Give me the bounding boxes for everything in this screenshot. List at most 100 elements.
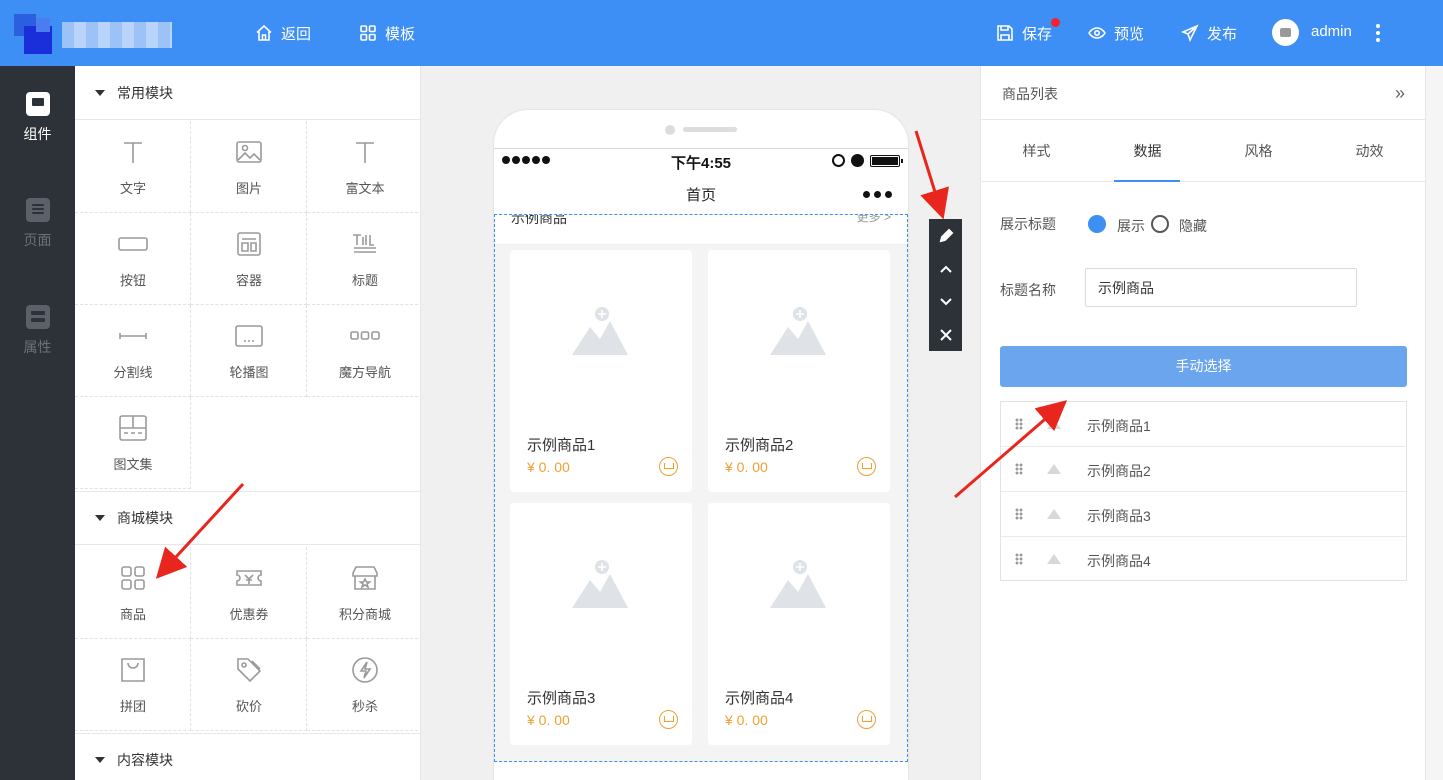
tab-style[interactable]: 样式 [981, 120, 1092, 182]
title-name-input[interactable] [1085, 268, 1357, 307]
delete-button[interactable] [929, 318, 962, 351]
preview-button[interactable]: 预览 [1088, 22, 1144, 44]
templates-button[interactable]: 模板 [359, 22, 415, 44]
side-nav: 组件 页面 属性 [0, 66, 75, 780]
group-content[interactable]: 内容模块 [75, 733, 420, 780]
sidenav-item-page[interactable]: 页面 [0, 198, 75, 250]
avatar[interactable] [1272, 19, 1299, 46]
goods-name: 示例商品4 [725, 690, 794, 707]
image-thumb-icon [1047, 464, 1061, 474]
list-item[interactable]: 示例商品4 [1001, 537, 1406, 582]
tab-animation[interactable]: 动效 [1314, 120, 1425, 182]
component-carousel[interactable]: 轮播图 [191, 305, 307, 397]
tab-theme[interactable]: 风格 [1203, 120, 1314, 182]
button-icon [118, 229, 148, 259]
image-thumb-icon [1047, 419, 1061, 429]
text-icon [118, 137, 148, 167]
property-panel: 商品列表 » 样式 数据 风格 动效 展示标题 展示 隐藏 标题名称 手动选择 … [980, 66, 1426, 780]
back-button[interactable]: 返回 [255, 22, 311, 44]
goods-section-title: 示例商品 [511, 215, 567, 226]
component-button[interactable]: 按钮 [75, 213, 191, 305]
group-common[interactable]: 常用模块 [75, 66, 420, 120]
goods-card[interactable]: 示例商品2 ¥ 0. 00 [708, 250, 890, 492]
component-group-buy[interactable]: 拼团 [75, 639, 191, 731]
component-bargain[interactable]: 砍价 [191, 639, 307, 731]
component-points-mall[interactable]: 积分商城 [307, 547, 420, 639]
component-goods[interactable]: 商品 [75, 547, 191, 639]
title-icon [350, 229, 380, 259]
phone-top [494, 110, 908, 148]
edit-button[interactable] [929, 219, 962, 252]
tab-data[interactable]: 数据 [1092, 120, 1203, 182]
component-icon [25, 92, 50, 116]
component-divider[interactable]: 分割线 [75, 305, 191, 397]
goods-card[interactable]: 示例商品1 ¥ 0. 00 [510, 250, 692, 492]
group-title: 内容模块 [117, 752, 173, 768]
component-label: 商品 [119, 607, 146, 622]
phone-navbar: 首页 [494, 172, 908, 214]
group-mall[interactable]: 商城模块 [75, 491, 420, 545]
group-title: 常用模块 [117, 84, 173, 101]
component-flash-sale[interactable]: 秒杀 [307, 639, 420, 731]
cart-icon[interactable] [659, 710, 678, 729]
component-toolbar [929, 219, 962, 351]
component-label: 魔方导航 [338, 365, 391, 380]
component-image[interactable]: 图片 [191, 121, 307, 213]
home-icon [256, 24, 272, 41]
goods-grid-icon [118, 563, 148, 593]
component-label: 图文集 [113, 457, 153, 472]
component-text[interactable]: 文字 [75, 121, 191, 213]
save-button[interactable]: 保存 [996, 17, 1061, 44]
container-icon [234, 229, 264, 259]
component-magic-nav[interactable]: 魔方导航 [307, 305, 420, 397]
list-item[interactable]: 示例商品1 [1001, 402, 1406, 447]
lightning-icon [350, 655, 380, 685]
send-icon [1181, 24, 1199, 42]
move-down-button[interactable] [929, 285, 962, 318]
property-tabs: 样式 数据 风格 动效 [981, 120, 1426, 182]
alarm-icon [851, 154, 864, 167]
drag-handle-icon[interactable] [1015, 418, 1023, 430]
goods-card[interactable]: 示例商品3 ¥ 0. 00 [510, 503, 692, 745]
carousel-icon [234, 321, 264, 351]
component-rich-text[interactable]: 富文本 [307, 121, 420, 213]
component-gallery[interactable]: 图文集 [75, 397, 191, 489]
component-label: 容器 [235, 273, 262, 288]
pencil-icon [939, 228, 953, 242]
drag-handle-icon[interactable] [1015, 508, 1023, 520]
chevron-down-icon [939, 297, 952, 305]
scrollbar[interactable] [1425, 66, 1443, 780]
design-canvas: 下午4:55 首页 示例商品 更多 > 示例商品1 ¥ 0. 00 示例商品2 … [421, 66, 979, 780]
radio-hide[interactable] [1151, 215, 1169, 233]
double-chevron-right-icon[interactable]: » [1395, 83, 1405, 104]
component-container[interactable]: 容器 [191, 213, 307, 305]
cart-icon[interactable] [857, 457, 876, 476]
magic-nav-icon [350, 321, 380, 351]
image-thumb-icon [1047, 509, 1061, 519]
sidenav-item-components[interactable]: 组件 [0, 92, 75, 144]
image-placeholder-icon [572, 560, 628, 608]
username[interactable]: admin [1311, 23, 1352, 40]
goods-card[interactable]: 示例商品4 ¥ 0. 00 [708, 503, 890, 745]
list-item[interactable]: 示例商品3 [1001, 492, 1406, 537]
image-placeholder-icon [770, 307, 826, 355]
publish-button[interactable]: 发布 [1181, 22, 1237, 44]
move-up-button[interactable] [929, 252, 962, 285]
component-heading[interactable]: 标题 [307, 213, 420, 305]
more-vertical-icon[interactable] [1370, 22, 1386, 44]
manual-select-button[interactable]: 手动选择 [1000, 346, 1407, 387]
goods-section-header: 示例商品 更多 > [495, 215, 907, 245]
divider-icon [118, 321, 148, 351]
drag-handle-icon[interactable] [1015, 553, 1023, 565]
component-coupon[interactable]: 优惠券 [191, 547, 307, 639]
radio-show[interactable] [1088, 215, 1106, 233]
goods-list-component[interactable]: 示例商品 更多 > 示例商品1 ¥ 0. 00 示例商品2 ¥ 0. 00 示例… [494, 214, 908, 762]
list-item[interactable]: 示例商品2 [1001, 447, 1406, 492]
top-bar: 返回 模板 保存 预览 发布 admin [0, 0, 1443, 66]
cart-icon[interactable] [659, 457, 678, 476]
drag-handle-icon[interactable] [1015, 463, 1023, 475]
cart-icon[interactable] [857, 710, 876, 729]
title-name-label: 标题名称 [1000, 282, 1056, 298]
property-icon [25, 305, 50, 329]
sidenav-item-properties[interactable]: 属性 [0, 305, 75, 357]
